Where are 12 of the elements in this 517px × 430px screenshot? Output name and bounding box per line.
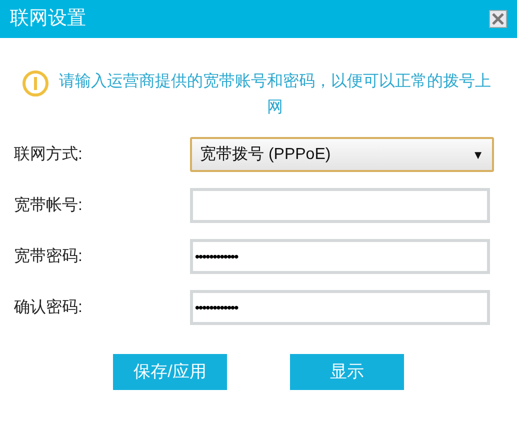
info-icon xyxy=(22,70,49,97)
field-label: 宽带密码: xyxy=(14,246,84,266)
connection-type-dropdown[interactable]: 宽带拨号 (PPPoE) ▼ xyxy=(190,137,494,172)
field-label: 联网方式: xyxy=(14,144,84,164)
password-field[interactable]: •••••••••••• xyxy=(190,239,490,274)
field-label: 宽带帐号: xyxy=(14,196,84,216)
notice-text: 请输入运营商提供的宽带账号和密码，以便可以正常的拨号上网 xyxy=(58,72,492,118)
window-title: 联网设置 xyxy=(10,6,86,31)
password-field[interactable]: •••••••••••• xyxy=(190,290,490,325)
input-field[interactable] xyxy=(190,188,490,223)
field-label: 确认密码: xyxy=(14,298,84,318)
close-icon[interactable] xyxy=(489,10,507,28)
